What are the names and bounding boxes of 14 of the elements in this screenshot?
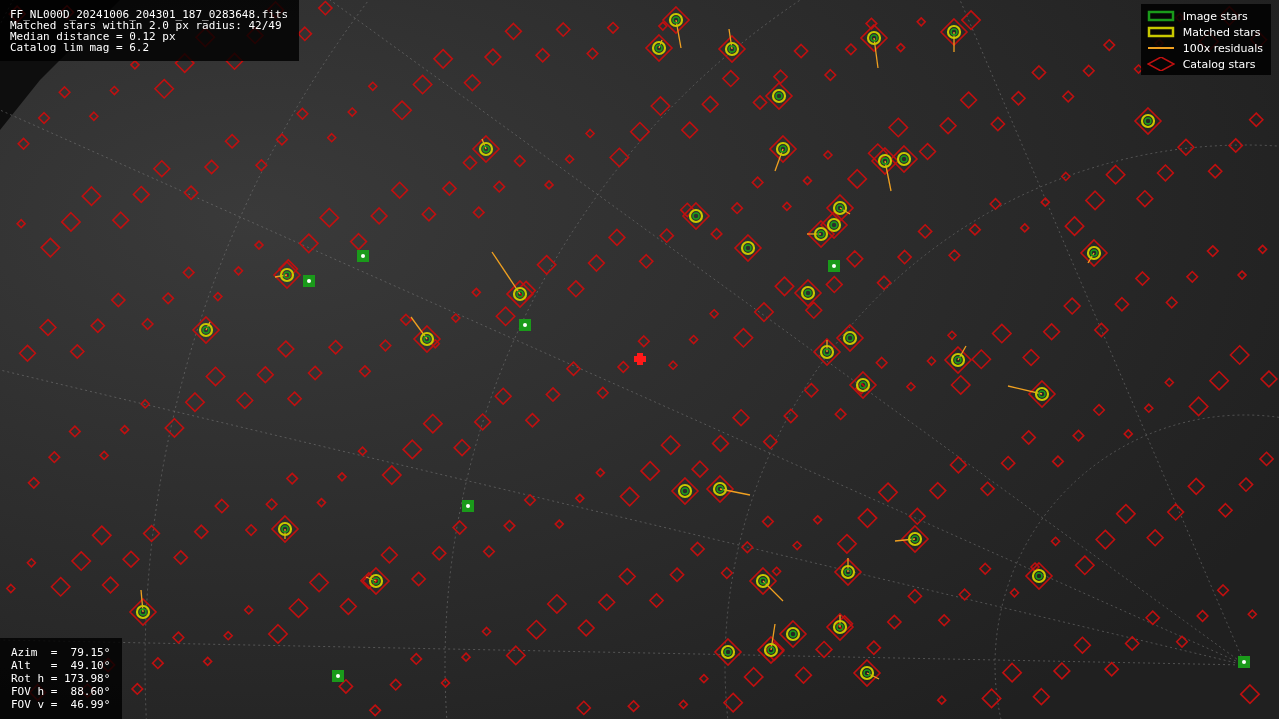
info-line: Catalog lim mag = 6.2 (10, 42, 151, 53)
pointing-line: FOV v = 46.99° (11, 698, 111, 711)
pointing-line: Rot h = 173.98° (11, 672, 111, 685)
pointing-line: Alt = 49.10° (11, 659, 111, 672)
legend-label: Catalog stars (1182, 57, 1256, 71)
info-line: Matched stars within 2.0 px radius: 42/49 (10, 20, 282, 31)
info-line: Median distance = 0.12 px (10, 31, 176, 42)
info-line: FF_NL000D_20241006_204301_187_0283648.fits (10, 9, 289, 20)
legend-label: Matched stars (1182, 25, 1261, 39)
pointing-line: FOV h = 88.60° (11, 685, 111, 698)
crosshair-icon (634, 353, 646, 365)
legend-label: 100x residuals (1182, 41, 1263, 55)
legend-label: Image stars (1182, 9, 1248, 23)
pointing-line: Azim = 79.15° (11, 646, 111, 659)
